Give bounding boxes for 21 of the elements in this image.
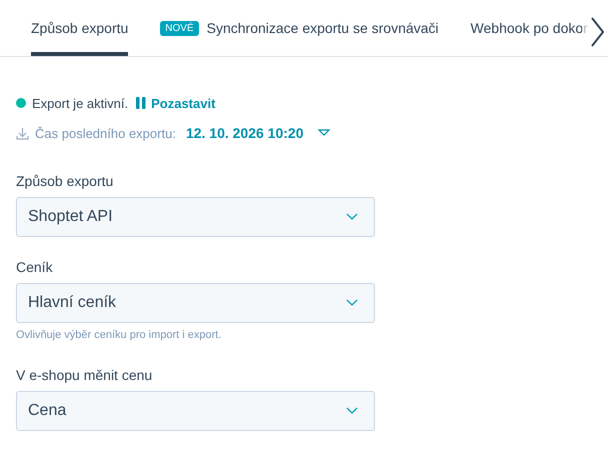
last-export-time: 12. 10. 2026 10:20 (186, 125, 304, 141)
chevron-icon (346, 407, 358, 415)
select-field[interactable]: Hlavní ceník (16, 283, 375, 323)
status-text: Export je aktivní. (32, 96, 128, 110)
tab[interactable]: NOVÉ Synchronizace exportu se srovnávači (160, 0, 439, 56)
help-text: Ovlivňuje výběr ceníku pro import i export. (16, 329, 222, 341)
select-field[interactable]: Shoptet API (16, 197, 375, 237)
chevron-icon (346, 213, 358, 221)
field-label: Ceník (16, 259, 54, 275)
select-field[interactable]: Cena (16, 391, 375, 431)
pause-link[interactable]: Pozastavit (136, 96, 216, 110)
field-label: V e-shopu měnit cenu (16, 367, 154, 383)
tab[interactable]: Webhook po dokor (470, 0, 588, 56)
last-export-label: Čas posledního exportu: (35, 126, 176, 140)
pause-icon (136, 97, 146, 109)
tab[interactable]: Způsob exportu (31, 0, 128, 56)
new-badge: NOVÉ (160, 20, 199, 36)
caret-icon[interactable] (317, 128, 332, 138)
download-icon (16, 126, 29, 140)
field-label: Způsob exportu (16, 173, 114, 189)
chevron-icon (346, 299, 358, 307)
